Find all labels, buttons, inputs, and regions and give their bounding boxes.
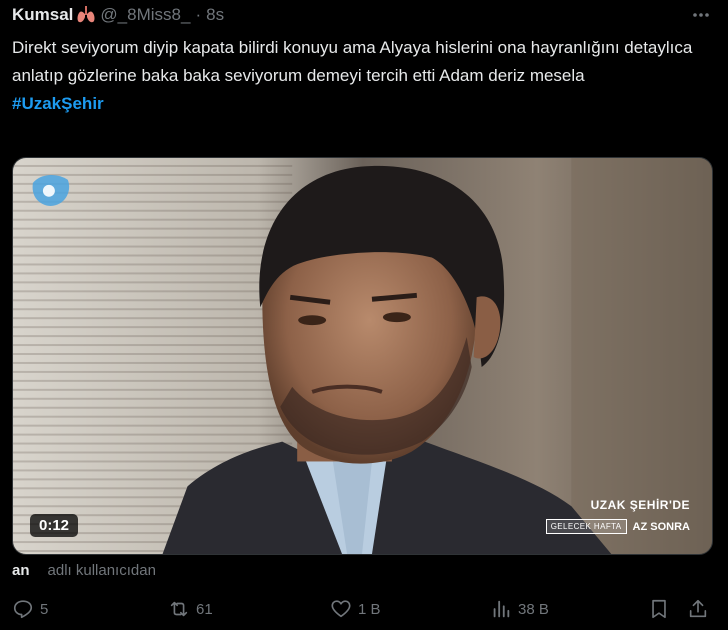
more-options-icon[interactable] xyxy=(690,5,712,25)
views-icon xyxy=(493,600,510,618)
like-count: 1 B xyxy=(358,600,381,618)
repost-button[interactable]: 61 xyxy=(168,598,213,620)
reply-count: 5 xyxy=(40,600,49,618)
share-icon xyxy=(689,599,707,618)
video-overlay-next: GELECEK HAFTA xyxy=(545,519,627,534)
share-button[interactable] xyxy=(687,598,715,620)
video-duration: 0:12 xyxy=(30,514,79,537)
views-count: 38 B xyxy=(518,600,549,618)
repost-count: 61 xyxy=(196,600,213,618)
author-handle[interactable]: @_8Miss8_ xyxy=(100,5,190,25)
action-bar: 5 61 1 B 38 B xyxy=(12,598,716,622)
separator-dot: · xyxy=(195,5,202,24)
post-text: Direkt seviyorum diyip kapata bilirdi ko… xyxy=(12,38,693,85)
author-name[interactable]: Kumsal xyxy=(12,5,73,25)
like-button[interactable]: 1 B xyxy=(330,598,381,620)
tweet: Kumsal @_8Miss8_ · 8s Direkt seviyorum d… xyxy=(0,0,728,630)
hashtag-link[interactable]: #UzakŞehir xyxy=(12,90,702,118)
post-body: Direkt seviyorum diyip kapata bilirdi ko… xyxy=(12,34,702,118)
repost-icon xyxy=(170,601,188,617)
quote-user[interactable]: an xyxy=(12,562,30,579)
post-time[interactable]: 8s xyxy=(206,5,224,25)
tweet-header: Kumsal @_8Miss8_ · 8s xyxy=(12,4,716,26)
video-frame xyxy=(13,158,712,554)
quote-label: adlı kullanıcıdan xyxy=(47,562,156,579)
video-overlay-soon: AZ SONRA xyxy=(632,520,690,533)
video-overlay-title: UZAK ŞEHİR'DE xyxy=(590,498,690,512)
video-overlay-row: GELECEK HAFTA AZ SONRA xyxy=(545,519,690,534)
views-button[interactable]: 38 B xyxy=(490,598,549,620)
reply-button[interactable]: 5 xyxy=(12,598,48,620)
heart-icon xyxy=(331,600,351,618)
reply-icon xyxy=(13,600,33,619)
bookmark-icon xyxy=(652,599,666,619)
lungs-icon xyxy=(75,6,97,24)
video-player[interactable]: 0:12 UZAK ŞEHİR'DE GELECEK HAFTA AZ SONR… xyxy=(12,157,713,555)
quote-attribution: an adlı kullanıcıdan xyxy=(12,562,156,579)
bookmark-button[interactable] xyxy=(648,598,676,620)
